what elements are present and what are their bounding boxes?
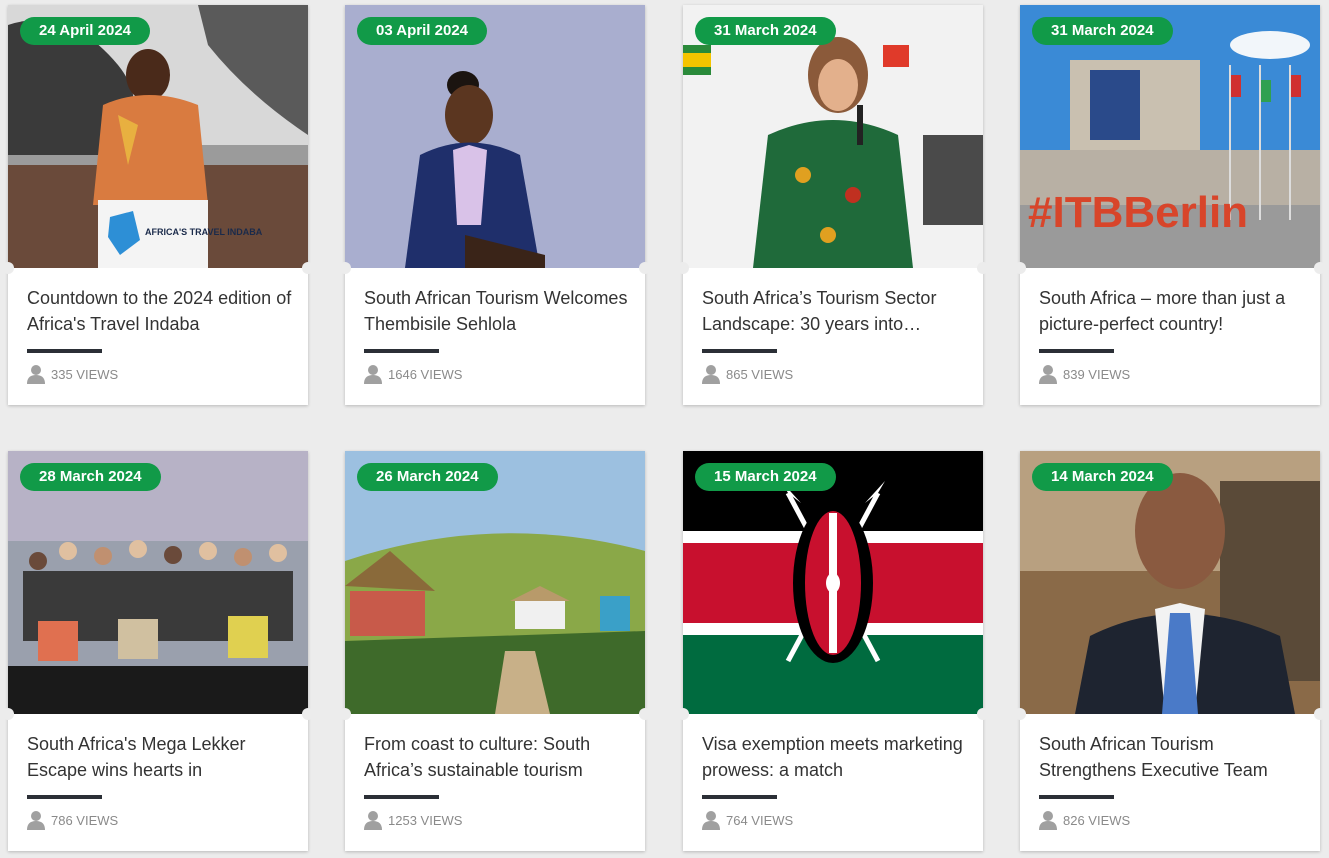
notch <box>977 708 989 720</box>
view-count: 786 VIEWS <box>27 810 118 830</box>
notch <box>339 262 351 274</box>
image-sign-text: #ITBBerlin <box>1028 188 1248 237</box>
article-card[interactable]: 31 March 2024 South Africa’s Tourism Sec… <box>677 5 989 405</box>
date-badge: 24 April 2024 <box>20 17 150 45</box>
article-card[interactable]: #ITBBerlin 31 March 2024 South Africa – … <box>1014 5 1326 405</box>
article-image[interactable]: #ITBBerlin 31 March 2024 <box>1020 5 1320 268</box>
date-badge: 03 April 2024 <box>357 17 487 45</box>
notch <box>1014 262 1026 274</box>
article-title[interactable]: South African Tourism Strengthens Execut… <box>1039 731 1309 783</box>
notch <box>1314 262 1326 274</box>
notch <box>302 262 314 274</box>
article-card[interactable]: 15 March 2024 Visa exemption meets marke… <box>677 451 989 851</box>
article-title[interactable]: South Africa’s Tourism Sector Landscape:… <box>702 285 972 337</box>
view-count: 335 VIEWS <box>27 364 118 384</box>
view-count-label: 786 VIEWS <box>51 812 119 828</box>
notch <box>1314 708 1326 720</box>
divider <box>702 795 777 799</box>
user-icon <box>702 365 720 384</box>
date-badge: 28 March 2024 <box>20 463 161 491</box>
article-card[interactable]: 14 March 2024 South African Tourism Stre… <box>1014 451 1326 851</box>
view-count-label: 826 VIEWS <box>1063 812 1131 828</box>
divider <box>27 349 102 353</box>
date-badge: 31 March 2024 <box>1032 17 1173 45</box>
date-badge: 26 March 2024 <box>357 463 498 491</box>
image-logo-text: AFRICA'S TRAVEL INDABA <box>145 227 263 237</box>
notch <box>639 262 651 274</box>
notch <box>339 708 351 720</box>
user-icon <box>702 811 720 830</box>
article-title[interactable]: From coast to culture: South Africa’s su… <box>364 731 634 783</box>
view-count-label: 335 VIEWS <box>51 366 119 382</box>
date-badge: 15 March 2024 <box>695 463 836 491</box>
divider <box>364 795 439 799</box>
user-icon <box>1039 811 1057 830</box>
article-card[interactable]: 28 March 2024 South Africa's Mega Lekker… <box>2 451 314 851</box>
user-icon <box>364 811 382 830</box>
article-card[interactable]: 03 April 2024 South African Tourism Welc… <box>339 5 651 405</box>
article-title[interactable]: South Africa – more than just a picture-… <box>1039 285 1309 337</box>
view-count-label: 1253 VIEWS <box>388 812 463 828</box>
divider <box>1039 349 1114 353</box>
user-icon <box>1039 365 1057 384</box>
article-title[interactable]: Countdown to the 2024 edition of Africa'… <box>27 285 297 337</box>
view-count: 865 VIEWS <box>702 364 793 384</box>
notch <box>1014 708 1026 720</box>
view-count: 764 VIEWS <box>702 810 793 830</box>
view-count: 826 VIEWS <box>1039 810 1130 830</box>
date-badge: 31 March 2024 <box>695 17 836 45</box>
article-image[interactable]: 15 March 2024 <box>683 451 983 714</box>
user-icon <box>27 365 45 384</box>
article-image[interactable]: AFRICA'S TRAVEL INDABA 24 April 2024 <box>8 5 308 268</box>
notch <box>302 708 314 720</box>
article-card[interactable]: AFRICA'S TRAVEL INDABA 24 April 2024 Cou… <box>2 5 314 405</box>
article-title[interactable]: South Africa's Mega Lekker Escape wins h… <box>27 731 297 783</box>
view-count: 1646 VIEWS <box>364 364 462 384</box>
date-badge: 14 March 2024 <box>1032 463 1173 491</box>
notch <box>639 708 651 720</box>
notch <box>2 708 14 720</box>
notch <box>677 708 689 720</box>
article-image[interactable]: 26 March 2024 <box>345 451 645 714</box>
divider <box>702 349 777 353</box>
notch <box>977 262 989 274</box>
view-count: 839 VIEWS <box>1039 364 1130 384</box>
article-title[interactable]: Visa exemption meets marketing prowess: … <box>702 731 972 783</box>
view-count-label: 1646 VIEWS <box>388 366 463 382</box>
view-count-label: 764 VIEWS <box>726 812 794 828</box>
divider <box>27 795 102 799</box>
view-count-label: 865 VIEWS <box>726 366 794 382</box>
article-image[interactable]: 31 March 2024 <box>683 5 983 268</box>
notch <box>677 262 689 274</box>
user-icon <box>364 365 382 384</box>
article-image[interactable]: 14 March 2024 <box>1020 451 1320 714</box>
divider <box>1039 795 1114 799</box>
view-count: 1253 VIEWS <box>364 810 462 830</box>
divider <box>364 349 439 353</box>
article-card[interactable]: 26 March 2024 From coast to culture: Sou… <box>339 451 651 851</box>
view-count-label: 839 VIEWS <box>1063 366 1131 382</box>
article-image[interactable]: 03 April 2024 <box>345 5 645 268</box>
notch <box>2 262 14 274</box>
user-icon <box>27 811 45 830</box>
article-image[interactable]: 28 March 2024 <box>8 451 308 714</box>
article-grid: AFRICA'S TRAVEL INDABA 24 April 2024 Cou… <box>0 0 1329 858</box>
article-title[interactable]: South African Tourism Welcomes Thembisil… <box>364 285 634 337</box>
